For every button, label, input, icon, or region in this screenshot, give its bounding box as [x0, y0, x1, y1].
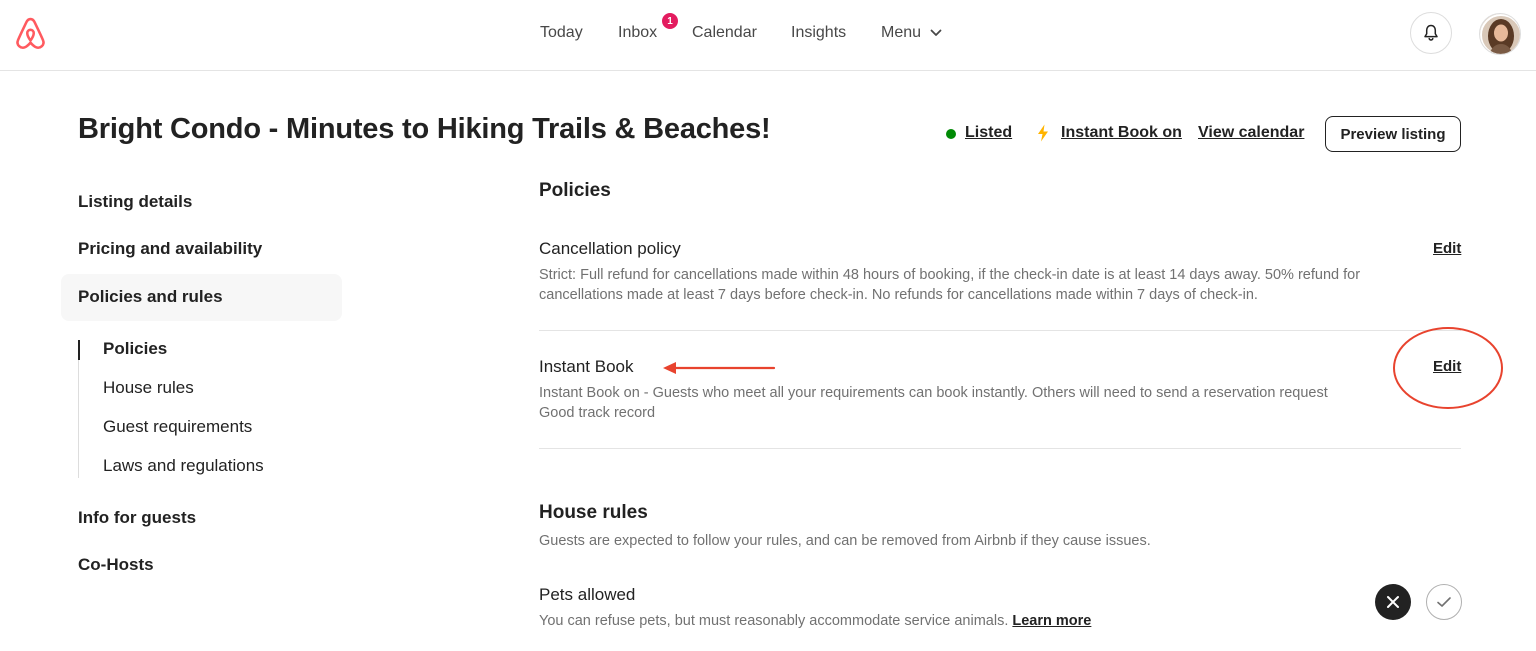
instant-book-description: Instant Book on - Guests who meet all yo… [539, 383, 1419, 423]
cancellation-policy-description: Strict: Full refund for cancellations ma… [539, 267, 1361, 303]
subnav-track [78, 340, 79, 478]
inbox-unread-badge: 1 [661, 12, 679, 30]
close-icon [1387, 596, 1399, 608]
policies-section-title: Policies [539, 180, 611, 201]
bell-icon [1424, 24, 1438, 41]
user-avatar[interactable] [1479, 13, 1521, 55]
listed-status-link[interactable]: Listed [965, 124, 1012, 142]
sidebar-item-policies-and-rules[interactable]: Policies and rules [78, 287, 223, 307]
sidebar-item-listing-details[interactable]: Listing details [78, 192, 192, 212]
view-calendar-link[interactable]: View calendar [1198, 124, 1304, 142]
annotation-circle-icon [1393, 327, 1503, 409]
notifications-button[interactable] [1410, 12, 1452, 54]
annotation-arrow-icon [663, 362, 776, 374]
lightning-bolt-icon [1038, 124, 1048, 142]
nav-calendar[interactable]: Calendar [692, 24, 757, 42]
subnav-active-indicator [78, 340, 80, 360]
airbnb-logo-icon[interactable] [12, 15, 49, 52]
subnav-item-house-rules[interactable]: House rules [103, 378, 194, 398]
instant-book-requirement: Good track record [539, 405, 656, 421]
nav-inbox[interactable]: Inbox [618, 24, 657, 42]
chevron-down-icon[interactable] [930, 28, 942, 38]
pets-allowed-text: You can refuse pets, but must reasonably… [539, 613, 1009, 629]
pets-allowed-title: Pets allowed [539, 585, 636, 604]
nav-menu[interactable]: Menu [881, 24, 921, 42]
cancellation-policy-title: Cancellation policy [539, 239, 681, 258]
profile-photo [1480, 14, 1520, 54]
subnav-item-guest-requirements[interactable]: Guest requirements [103, 417, 252, 437]
instant-book-status-link[interactable]: Instant Book on [1061, 124, 1182, 142]
nav-today[interactable]: Today [540, 24, 583, 42]
checkmark-icon [1437, 597, 1451, 607]
house-rules-section-title: House rules [539, 502, 648, 523]
pets-yes-button[interactable] [1426, 584, 1462, 620]
nav-insights[interactable]: Insights [791, 24, 846, 42]
instant-book-description-line: Instant Book on - Guests who meet all yo… [539, 385, 1328, 401]
divider [539, 448, 1461, 449]
pets-allowed-description: You can refuse pets, but must reasonably… [539, 611, 1419, 631]
subnav-item-laws-and-regulations[interactable]: Laws and regulations [103, 456, 264, 476]
preview-listing-button[interactable]: Preview listing [1325, 116, 1461, 152]
listed-status-dot [946, 129, 956, 139]
listing-title: Bright Condo - Minutes to Hiking Trails … [78, 113, 771, 145]
divider [539, 330, 1461, 331]
sidebar-item-co-hosts[interactable]: Co-Hosts [78, 555, 154, 575]
sidebar-item-pricing[interactable]: Pricing and availability [78, 239, 262, 259]
pets-no-button[interactable] [1375, 584, 1411, 620]
cancellation-edit-link[interactable]: Edit [1433, 240, 1461, 257]
top-navigation-bar: Today Inbox 1 Calendar Insights Menu [0, 0, 1536, 71]
learn-more-link[interactable]: Learn more [1012, 613, 1091, 629]
house-rules-description: Guests are expected to follow your rules… [539, 533, 1151, 549]
subnav-item-policies[interactable]: Policies [103, 339, 167, 359]
instant-book-title: Instant Book [539, 357, 634, 376]
sidebar-item-info-for-guests[interactable]: Info for guests [78, 508, 196, 528]
